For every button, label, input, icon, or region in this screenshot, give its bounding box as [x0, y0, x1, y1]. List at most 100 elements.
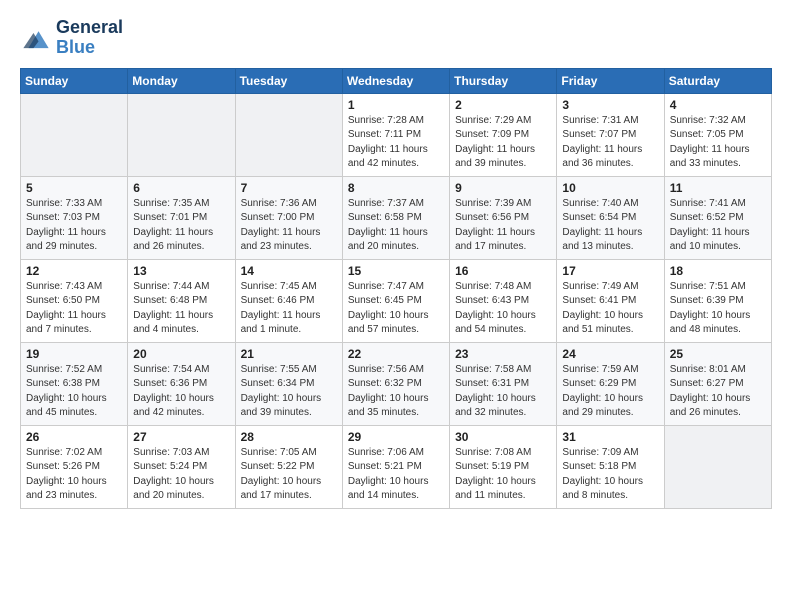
- day-info: Sunrise: 7:09 AM Sunset: 5:18 PM Dayligh…: [562, 446, 659, 504]
- calendar-cell: 22Sunrise: 7:56 AM Sunset: 6:32 PM Dayli…: [342, 342, 449, 425]
- calendar-cell: 15Sunrise: 7:47 AM Sunset: 6:45 PM Dayli…: [342, 259, 449, 342]
- calendar-cell: 10 Sunrise: 7:40 AM Sunset: 6:54 PM Dayli…: [557, 176, 664, 259]
- day-number: 10: [562, 181, 659, 195]
- day-number: 13: [133, 264, 230, 278]
- day-info: Sunrise: 7:39 AM Sunset: 6:56 PM Dayligh…: [455, 197, 552, 255]
- day-info: Sunrise: 7:06 AM Sunset: 5:21 PM Dayligh…: [348, 446, 445, 504]
- day-number: 20: [133, 347, 230, 361]
- logo-blue: Blue: [56, 38, 123, 58]
- day-info: Sunrise: 7:55 AM Sunset: 6:34 PM Dayligh…: [241, 363, 338, 421]
- logo-general: General: [56, 18, 123, 38]
- day-number: 31: [562, 430, 659, 444]
- day-number: 29: [348, 430, 445, 444]
- calendar-cell: 30Sunrise: 7:08 AM Sunset: 5:19 PM Dayli…: [450, 425, 557, 508]
- calendar-cell: 17 Sunrise: 7:49 AM Sunset: 6:41 PM Dayli…: [557, 259, 664, 342]
- calendar-cell: 23Sunrise: 7:58 AM Sunset: 6:31 PM Dayli…: [450, 342, 557, 425]
- day-info: Sunrise: 7:47 AM Sunset: 6:45 PM Dayligh…: [348, 280, 445, 338]
- day-number: 3: [562, 98, 659, 112]
- weekday-friday: Friday: [557, 68, 664, 93]
- day-info: Sunrise: 7:56 AM Sunset: 6:32 PM Dayligh…: [348, 363, 445, 421]
- week-row-1: 1Sunrise: 7:28 AM Sunset: 7:11 PM Daylig…: [21, 93, 772, 176]
- day-info: Sunrise: 7:45 AM Sunset: 6:46 PM Dayligh…: [241, 280, 338, 338]
- calendar-cell: 6 Sunrise: 7:35 AM Sunset: 7:01 PM Daylig…: [128, 176, 235, 259]
- week-row-4: 19 Sunrise: 7:52 AM Sunset: 6:38 PM Dayli…: [21, 342, 772, 425]
- weekday-tuesday: Tuesday: [235, 68, 342, 93]
- day-number: 1: [348, 98, 445, 112]
- day-number: 7: [241, 181, 338, 195]
- calendar-cell: 31 Sunrise: 7:09 AM Sunset: 5:18 PM Dayli…: [557, 425, 664, 508]
- calendar-cell: [21, 93, 128, 176]
- calendar-cell: [128, 93, 235, 176]
- calendar-cell: 29 Sunrise: 7:06 AM Sunset: 5:21 PM Dayli…: [342, 425, 449, 508]
- calendar-cell: 3 Sunrise: 7:31 AM Sunset: 7:07 PM Daylig…: [557, 93, 664, 176]
- day-info: Sunrise: 7:35 AM Sunset: 7:01 PM Dayligh…: [133, 197, 230, 255]
- calendar-cell: [235, 93, 342, 176]
- day-info: Sunrise: 8:01 AM Sunset: 6:27 PM Dayligh…: [670, 363, 767, 421]
- weekday-header-row: SundayMondayTuesdayWednesdayThursdayFrid…: [21, 68, 772, 93]
- calendar-cell: 2 Sunrise: 7:29 AM Sunset: 7:09 PM Daylig…: [450, 93, 557, 176]
- calendar-cell: 1Sunrise: 7:28 AM Sunset: 7:11 PM Daylig…: [342, 93, 449, 176]
- page: General Blue SundayMondayTuesdayWednesda…: [0, 0, 792, 527]
- day-info: Sunrise: 7:36 AM Sunset: 7:00 PM Dayligh…: [241, 197, 338, 255]
- day-number: 2: [455, 98, 552, 112]
- calendar-cell: 19 Sunrise: 7:52 AM Sunset: 6:38 PM Dayli…: [21, 342, 128, 425]
- day-number: 5: [26, 181, 123, 195]
- calendar-cell: 18Sunrise: 7:51 AM Sunset: 6:39 PM Dayli…: [664, 259, 771, 342]
- calendar-cell: 27 Sunrise: 7:03 AM Sunset: 5:24 PM Dayli…: [128, 425, 235, 508]
- day-number: 6: [133, 181, 230, 195]
- calendar-cell: 4 Sunrise: 7:32 AM Sunset: 7:05 PM Daylig…: [664, 93, 771, 176]
- day-number: 24: [562, 347, 659, 361]
- calendar-cell: 16Sunrise: 7:48 AM Sunset: 6:43 PM Dayli…: [450, 259, 557, 342]
- day-info: Sunrise: 7:08 AM Sunset: 5:19 PM Dayligh…: [455, 446, 552, 504]
- day-info: Sunrise: 7:32 AM Sunset: 7:05 PM Dayligh…: [670, 114, 767, 172]
- day-number: 18: [670, 264, 767, 278]
- day-info: Sunrise: 7:29 AM Sunset: 7:09 PM Dayligh…: [455, 114, 552, 172]
- calendar-cell: 9 Sunrise: 7:39 AM Sunset: 6:56 PM Daylig…: [450, 176, 557, 259]
- day-number: 11: [670, 181, 767, 195]
- calendar-cell: 5 Sunrise: 7:33 AM Sunset: 7:03 PM Daylig…: [21, 176, 128, 259]
- calendar-cell: 14 Sunrise: 7:45 AM Sunset: 6:46 PM Dayli…: [235, 259, 342, 342]
- day-info: Sunrise: 7:52 AM Sunset: 6:38 PM Dayligh…: [26, 363, 123, 421]
- calendar-cell: 28 Sunrise: 7:05 AM Sunset: 5:22 PM Dayli…: [235, 425, 342, 508]
- day-info: Sunrise: 7:05 AM Sunset: 5:22 PM Dayligh…: [241, 446, 338, 504]
- header: General Blue: [20, 18, 772, 58]
- day-number: 28: [241, 430, 338, 444]
- day-info: Sunrise: 7:43 AM Sunset: 6:50 PM Dayligh…: [26, 280, 123, 338]
- day-number: 16: [455, 264, 552, 278]
- day-number: 17: [562, 264, 659, 278]
- day-info: Sunrise: 7:49 AM Sunset: 6:41 PM Dayligh…: [562, 280, 659, 338]
- week-row-2: 5 Sunrise: 7:33 AM Sunset: 7:03 PM Daylig…: [21, 176, 772, 259]
- day-number: 21: [241, 347, 338, 361]
- calendar-cell: [664, 425, 771, 508]
- weekday-thursday: Thursday: [450, 68, 557, 93]
- weekday-monday: Monday: [128, 68, 235, 93]
- day-number: 8: [348, 181, 445, 195]
- day-number: 14: [241, 264, 338, 278]
- calendar-cell: 7 Sunrise: 7:36 AM Sunset: 7:00 PM Daylig…: [235, 176, 342, 259]
- calendar-cell: 25 Sunrise: 8:01 AM Sunset: 6:27 PM Dayli…: [664, 342, 771, 425]
- day-info: Sunrise: 7:54 AM Sunset: 6:36 PM Dayligh…: [133, 363, 230, 421]
- day-number: 25: [670, 347, 767, 361]
- day-info: Sunrise: 7:31 AM Sunset: 7:07 PM Dayligh…: [562, 114, 659, 172]
- day-number: 4: [670, 98, 767, 112]
- logo-icon: [20, 24, 52, 52]
- calendar-cell: 24 Sunrise: 7:59 AM Sunset: 6:29 PM Dayli…: [557, 342, 664, 425]
- calendar-cell: 20 Sunrise: 7:54 AM Sunset: 6:36 PM Dayli…: [128, 342, 235, 425]
- weekday-saturday: Saturday: [664, 68, 771, 93]
- calendar-table: SundayMondayTuesdayWednesdayThursdayFrid…: [20, 68, 772, 509]
- day-info: Sunrise: 7:33 AM Sunset: 7:03 PM Dayligh…: [26, 197, 123, 255]
- day-number: 19: [26, 347, 123, 361]
- week-row-5: 26Sunrise: 7:02 AM Sunset: 5:26 PM Dayli…: [21, 425, 772, 508]
- day-info: Sunrise: 7:58 AM Sunset: 6:31 PM Dayligh…: [455, 363, 552, 421]
- day-number: 12: [26, 264, 123, 278]
- logo: General Blue: [20, 18, 123, 58]
- day-info: Sunrise: 7:40 AM Sunset: 6:54 PM Dayligh…: [562, 197, 659, 255]
- calendar-cell: 12 Sunrise: 7:43 AM Sunset: 6:50 PM Dayli…: [21, 259, 128, 342]
- day-info: Sunrise: 7:03 AM Sunset: 5:24 PM Dayligh…: [133, 446, 230, 504]
- day-info: Sunrise: 7:59 AM Sunset: 6:29 PM Dayligh…: [562, 363, 659, 421]
- calendar-cell: 11Sunrise: 7:41 AM Sunset: 6:52 PM Dayli…: [664, 176, 771, 259]
- day-info: Sunrise: 7:44 AM Sunset: 6:48 PM Dayligh…: [133, 280, 230, 338]
- calendar-cell: 21 Sunrise: 7:55 AM Sunset: 6:34 PM Dayli…: [235, 342, 342, 425]
- day-number: 9: [455, 181, 552, 195]
- day-number: 27: [133, 430, 230, 444]
